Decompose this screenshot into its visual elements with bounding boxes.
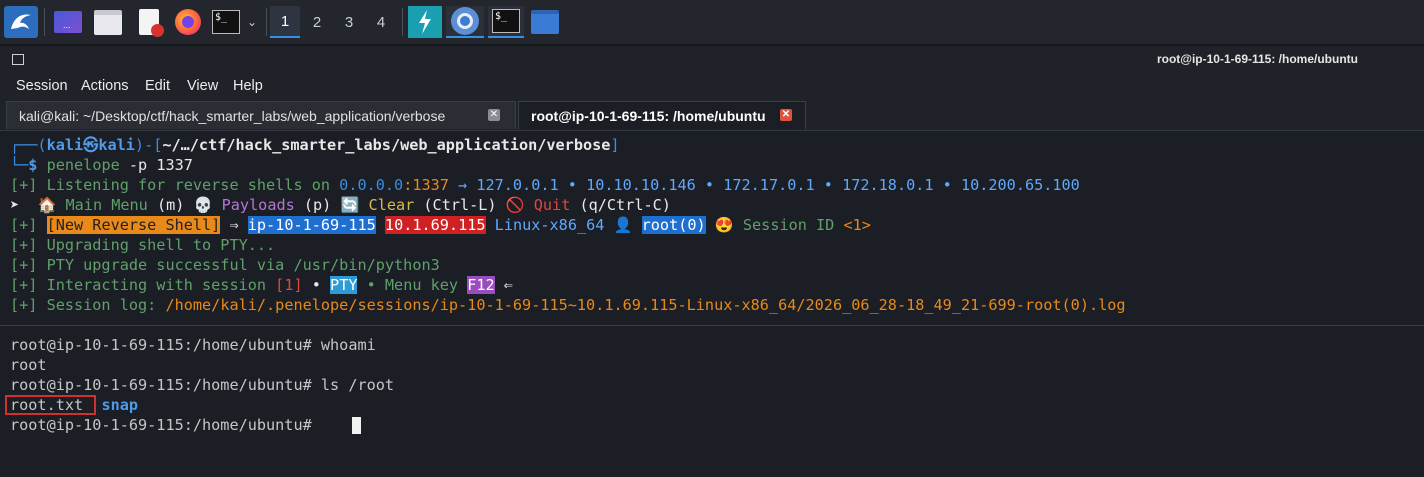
user-badge: root(0) [641,216,706,234]
taskbar: ... $_ ⌄ 1 2 3 4 $_ [0,0,1424,46]
tab-root-ubuntu[interactable]: root@ip-10-1-69-115: /home/ubuntu ✕ [518,101,806,129]
menu-line: ➤ 🏠 Main Menu (m) 💀 Payloads (p) 🔄 Clear… [10,196,671,214]
desktop-icon[interactable]: ... [52,6,84,38]
taskbar-separator [402,8,403,36]
interacting-line: [+] Interacting with session [1] • PTY •… [10,276,513,294]
final-prompt: root@ip-10-1-69-115:/home/ubuntu# [10,416,321,434]
workspace-1[interactable]: 1 [270,6,300,38]
workspace-3[interactable]: 3 [334,6,364,38]
user-icon: 👤 [613,216,633,234]
firefox-icon[interactable] [172,6,204,38]
menu-actions[interactable]: Actions [81,78,129,94]
terminal-icon[interactable]: $_ [210,6,242,38]
chevron-down-icon[interactable]: ⌄ [244,6,260,38]
taskbar-separator [266,8,267,36]
upgrading-line: [+] Upgrading shell to PTY... [10,236,276,254]
window-title: root@ip-10-1-69-115: /home/ubuntu [1156,52,1358,66]
kali-menu-icon[interactable] [4,6,38,38]
pty-success-line: [+] PTY upgrade successful via /usr/bin/… [10,256,440,274]
skull-icon: 💀 [193,196,213,214]
workspace-4[interactable]: 4 [366,6,396,38]
snap-dir: snap [101,396,139,414]
window-titlebar: root@ip-10-1-69-115: /home/ubuntu [0,46,1424,74]
output-divider [0,325,1424,326]
host-badge: ip-10-1-69-115 [247,216,376,234]
tab-bar: kali@kali: ~/Desktop/ctf/hack_smarter_la… [0,100,1424,131]
highlight-box [5,395,96,415]
tab-label: root@ip-10-1-69-115: /home/ubuntu [531,107,766,124]
burpsuite-icon[interactable] [408,6,442,38]
menu-edit[interactable]: Edit [145,78,170,94]
menu-help[interactable]: Help [233,78,263,94]
shell-line: root@ip-10-1-69-115:/home/ubuntu# whoami [10,336,376,354]
tab-kali-verbose[interactable]: kali@kali: ~/Desktop/ctf/hack_smarter_la… [6,101,516,129]
refresh-icon: 🔄 [340,196,360,214]
terminal-output[interactable]: ┌──(kali㉿kali)-[~/…/ctf/hack_smarter_lab… [0,131,1424,477]
close-icon[interactable]: ✕ [780,109,792,121]
close-icon[interactable]: ✕ [488,109,500,121]
menu-session[interactable]: Session [16,78,68,94]
files-icon[interactable] [92,6,124,38]
session-log-line: [+] Session log: /home/kali/.penelope/se… [10,296,1126,314]
chromium-icon[interactable] [446,6,484,38]
prompt-line-1: ┌──(kali㉿kali)-[~/…/ctf/hack_smarter_lab… [10,136,620,154]
ip-badge: 10.1.69.115 [384,216,486,234]
heart-eyes-icon: 😍 [714,216,734,234]
terminal-window-icon[interactable]: $_ [488,6,524,38]
taskbar-separator [44,8,45,36]
menu-view[interactable]: View [187,78,218,94]
prohibited-icon: 🚫 [505,196,525,214]
workspace-2[interactable]: 2 [302,6,332,38]
terminal-cursor [352,417,361,434]
window-terminal-icon[interactable] [12,54,24,65]
new-shell-badge: [New Reverse Shell] [46,216,221,234]
shell-line: root@ip-10-1-69-115:/home/ubuntu# ls /ro… [10,376,395,394]
text-editor-icon[interactable] [134,6,164,38]
menubar: Session Actions Edit View Help [0,74,1424,100]
new-shell-line: [+] [New Reverse Shell] ⇒ ip-10-1-69-115… [10,216,871,234]
tab-label: kali@kali: ~/Desktop/ctf/hack_smarter_la… [19,107,446,124]
home-icon: 🏠 [37,196,57,214]
listening-line: [+] Listening for reverse shells on 0.0.… [10,176,1080,194]
prompt-line-2: └─$ penelope -p 1337 [10,156,193,174]
f12-badge: F12 [467,276,495,294]
folder-window-icon[interactable] [528,6,562,38]
shell-line: root [10,356,47,374]
pty-badge: PTY [330,276,358,294]
